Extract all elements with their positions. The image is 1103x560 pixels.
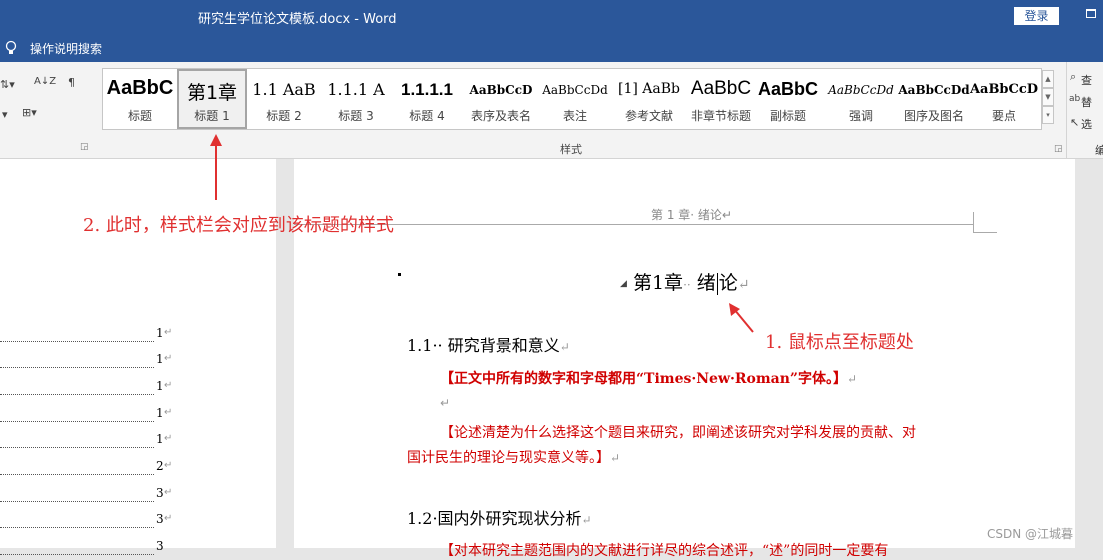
gallery-down-icon[interactable]: ▼ [1042,88,1054,106]
style-key-point[interactable]: AaBbCcD 要点 [969,69,1039,129]
borders-icon[interactable]: ⊞▾ [22,106,37,119]
find-label[interactable]: 查 [1081,72,1092,88]
style-heading-4[interactable]: 1.1.1.1 标题 4 [392,69,462,129]
ribbon-display-icon[interactable] [1086,9,1096,18]
replace-label[interactable]: 替 [1081,94,1092,110]
style-references[interactable]: [1] AaBb 参考文献 [613,69,685,129]
chapter-heading[interactable]: ◢ 第1章·· 绪论↵ [620,268,750,295]
section-title: 1.1·· 研究背景和意义 [407,336,560,355]
paragraph-mark: ↵ [737,277,750,293]
watermark: CSDN @江城暮 [987,527,1074,541]
style-emphasis[interactable]: AaBbCcDd 强调 [825,69,897,129]
toc-page-number: 1 [156,326,164,340]
paragraph-mark: ↵ [164,407,173,418]
lightbulb-icon[interactable] [5,40,17,56]
paragraph-mark: ↵ [164,327,173,338]
margin-corner-mark [973,232,997,233]
annotation-2: 2. 此时，样式栏会对应到该标题的样式 [83,215,394,236]
paragraph-mark: ↵ [164,460,173,471]
style-title[interactable]: AaBbC 标题 [105,69,175,129]
paragraph-mark: ↵ [164,353,173,364]
body-paragraph-line-2[interactable]: 国计民生的理论与现实意义等。】↵ [407,447,620,467]
show-marks-icon[interactable]: ¶ [68,76,75,89]
empty-paragraph-mark: ↵ [440,396,451,410]
login-button[interactable]: 登录 [1014,7,1059,25]
toc-leader [0,487,154,502]
font-note-text: 【正文中所有的数字和字母都用“Times·New·Roman”字体。】 [440,371,847,387]
tell-me-bar: 操作说明搜索 [0,34,1103,62]
paragraph-mark: ↵ [164,513,173,524]
toc-page-number: 3 [156,486,164,500]
style-heading-3[interactable]: 1.1.1 A 标题 3 [322,69,390,129]
style-subtitle[interactable]: AaBbCc 副标题 [758,69,818,129]
paragraph-mark: ↵ [164,380,173,391]
styles-launcher-icon[interactable]: ◲ [1054,144,1063,154]
style-table-caption[interactable]: AaBbCcD 表序及表名 [465,69,537,129]
gallery-more-icon[interactable]: ▾ [1042,106,1054,124]
heading-text-b: 论 [718,272,738,294]
toc-page-number: 2 [156,459,164,473]
toc-leader [0,327,154,342]
toc-leader [0,353,154,368]
font-note[interactable]: 【正文中所有的数字和字母都用“Times·New·Roman”字体。】↵ [440,368,857,388]
toc-page-number: 3 [156,539,164,553]
margin-corner-mark [973,212,974,232]
style-figure-caption[interactable]: AaBbCcDd 图序及图名 [898,69,970,129]
tell-me-search[interactable]: 操作说明搜索 [30,40,102,57]
body-paragraph-text: 国计民生的理论与现实意义等。】 [407,450,610,466]
toc-leader [0,460,154,475]
chevron-down-icon[interactable]: ▾ [2,108,8,121]
toc-page-number: 1 [156,432,164,446]
window-title: 研究生学位论文模板.docx - Word [198,12,397,27]
body-paragraph-line-1[interactable]: 【论述清楚为什么选择这个题目来研究，即阐述该研究对学科发展的贡献、对 [440,422,916,442]
select-label[interactable]: 选 [1081,116,1092,132]
paragraph-mark: ↵ [559,340,570,354]
select-icon: ↖ [1070,116,1080,129]
style-heading-2[interactable]: 1.1 AaB 标题 2 [249,69,319,129]
toc-page-number: 1 [156,406,164,420]
heading-text-a: 绪 [696,272,716,294]
collapse-triangle-icon[interactable]: ◢ [620,279,627,289]
sort-arrows-icon[interactable]: ⇅▾ [0,78,15,91]
toc-page-number: 3 [156,512,164,526]
header-rule [294,224,973,225]
paragraph-mark: ↵ [164,487,173,498]
style-table-note[interactable]: AaBbCcDd 表注 [539,69,611,129]
find-icon: ⌕ [1070,70,1077,83]
paragraph-launcher-icon[interactable]: ◲ [80,142,89,152]
toc-leader [0,380,154,395]
paragraph-mark: ↵ [581,513,592,527]
styles-group-label: 样式 [560,143,582,156]
toc-leader [0,433,154,448]
body-paragraph-cut[interactable]: 【对本研究主题范围内的文献进行详尽的综合述评，“述”的同时一定要有 [440,540,888,560]
text-cursor [716,273,718,295]
editing-group: ⌕ 查 ab 替 ↖ 选 编 [1066,62,1103,158]
style-non-chapter-title[interactable]: AaBbC 非章节标题 [685,69,757,129]
paragraph-bullet [398,273,401,276]
paragraph-mark: ↵ [164,433,173,444]
heading-number: 第1章 [632,272,684,294]
toc-page-number: 1 [156,379,164,393]
gallery-up-icon[interactable]: ▲ [1042,70,1054,88]
gallery-scroll: ▲ ▼ ▾ [1042,70,1054,128]
toc-leader [0,513,154,528]
heading-separator: ·· [683,278,691,292]
styles-gallery: AaBbC 标题 第1章 标题 1 1.1 AaB 标题 2 1.1.1 A 标… [102,68,1042,130]
style-heading-1[interactable]: 第1章 标题 1 [177,69,247,129]
paragraph-mark: ↵ [610,451,621,465]
page-margin-area [1075,159,1103,548]
title-bar: 研究生学位论文模板.docx - Word 登录 [0,0,1103,34]
editing-group-label: 编 [1095,144,1103,157]
paragraph-mark: ↵ [846,372,858,386]
sort-az-icon[interactable]: A↓Z [34,76,56,87]
toc-leader [0,407,154,422]
annotation-1: 1. 鼠标点至标题处 [765,332,914,353]
section-heading[interactable]: 1.1·· 研究背景和意义↵ [407,332,570,356]
section-heading-2[interactable]: 1.2·国内外研究现状分析↵ [407,505,592,529]
toc-page-number: 1 [156,352,164,366]
page-header[interactable]: 第 1 章· 绪论↵ [651,206,732,223]
section-title-2: 1.2·国内外研究现状分析 [407,509,582,528]
replace-icon: ab [1069,94,1081,104]
